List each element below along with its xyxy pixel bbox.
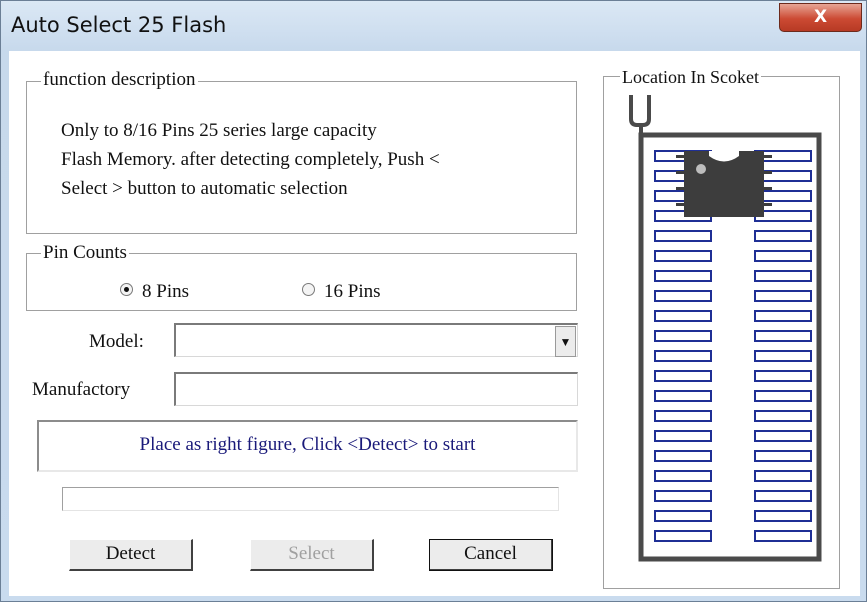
socket-pin-slot-left — [654, 370, 712, 382]
socket-diagram — [629, 95, 822, 562]
window-title: Auto Select 25 Flash — [11, 13, 227, 37]
socket-pin-slot-left — [654, 490, 712, 502]
description-line-3: Select > button to automatic selection — [61, 178, 348, 199]
socket-pin-slot-right — [754, 530, 812, 542]
radio-16-pins-label[interactable]: 16 Pins — [324, 281, 381, 303]
socket-pin-slot-left — [654, 390, 712, 402]
radio-selected-dot — [124, 287, 129, 292]
socket-pin-slot-left — [654, 430, 712, 442]
status-message: Place as right figure, Click <Detect> to… — [37, 420, 578, 472]
socket-pin-slot-left — [654, 510, 712, 522]
socket-pin-slot-right — [754, 430, 812, 442]
socket-pin-slot-right — [754, 410, 812, 422]
manufactory-label: Manufactory — [32, 379, 131, 400]
description-line-2: Flash Memory. after detecting completely… — [61, 149, 440, 170]
socket-pin-slot-right — [754, 490, 812, 502]
socket-pin-slot-left — [654, 330, 712, 342]
radio-8-pins-circle[interactable] — [120, 283, 133, 296]
manufactory-field[interactable] — [174, 372, 578, 406]
socket-pin-slot-right — [754, 510, 812, 522]
socket-pin-slot-right — [754, 330, 812, 342]
title-bar[interactable]: Auto Select 25 Flash X — [1, 1, 867, 51]
dropdown-arrow-icon[interactable]: ▼ — [555, 326, 576, 357]
socket-pin-slot-left — [654, 350, 712, 362]
socket-pin-slot-left — [654, 530, 712, 542]
chip-icon — [676, 151, 772, 217]
function-description-legend: function description — [41, 69, 198, 90]
socket-pin-slot-right — [754, 310, 812, 322]
radio-16-pins-circle[interactable] — [302, 283, 315, 296]
socket-pin-slot-right — [754, 390, 812, 402]
socket-pin-slot-left — [654, 290, 712, 302]
socket-pin-slot-right — [754, 470, 812, 482]
socket-pin-slot-right — [754, 350, 812, 362]
cancel-button[interactable]: Cancel — [429, 539, 553, 571]
location-legend: Location In Scoket — [620, 67, 761, 87]
detect-button[interactable]: Detect — [69, 539, 193, 571]
socket-pin-slot-left — [654, 470, 712, 482]
socket-pin-slot-right — [754, 230, 812, 242]
socket-pin-slot-right — [754, 450, 812, 462]
model-dropdown[interactable]: ▼ — [174, 323, 578, 357]
socket-pin-slot-left — [654, 310, 712, 322]
socket-lever-icon — [629, 95, 651, 127]
select-button[interactable]: Select — [250, 539, 374, 571]
socket-pin-slot-right — [754, 250, 812, 262]
dialog-body: function description Only to 8/16 Pins 2… — [9, 51, 860, 596]
socket-pin-slot-right — [754, 290, 812, 302]
socket-pin-slot-left — [654, 230, 712, 242]
dialog-window: Auto Select 25 Flash X function descript… — [0, 0, 867, 602]
socket-pin-slot-left — [654, 270, 712, 282]
description-line-1: Only to 8/16 Pins 25 series large capaci… — [61, 120, 377, 141]
socket-pin-slot-left — [654, 250, 712, 262]
socket-pin-slot-right — [754, 270, 812, 282]
socket-pin-slot-right — [754, 370, 812, 382]
model-label: Model: — [89, 331, 144, 352]
progress-bar — [62, 487, 559, 511]
socket-pin-slot-left — [654, 450, 712, 462]
socket-pin-slot-left — [654, 410, 712, 422]
pin-counts-legend: Pin Counts — [41, 242, 129, 263]
close-button[interactable]: X — [779, 3, 862, 32]
radio-8-pins-label[interactable]: 8 Pins — [142, 281, 189, 303]
